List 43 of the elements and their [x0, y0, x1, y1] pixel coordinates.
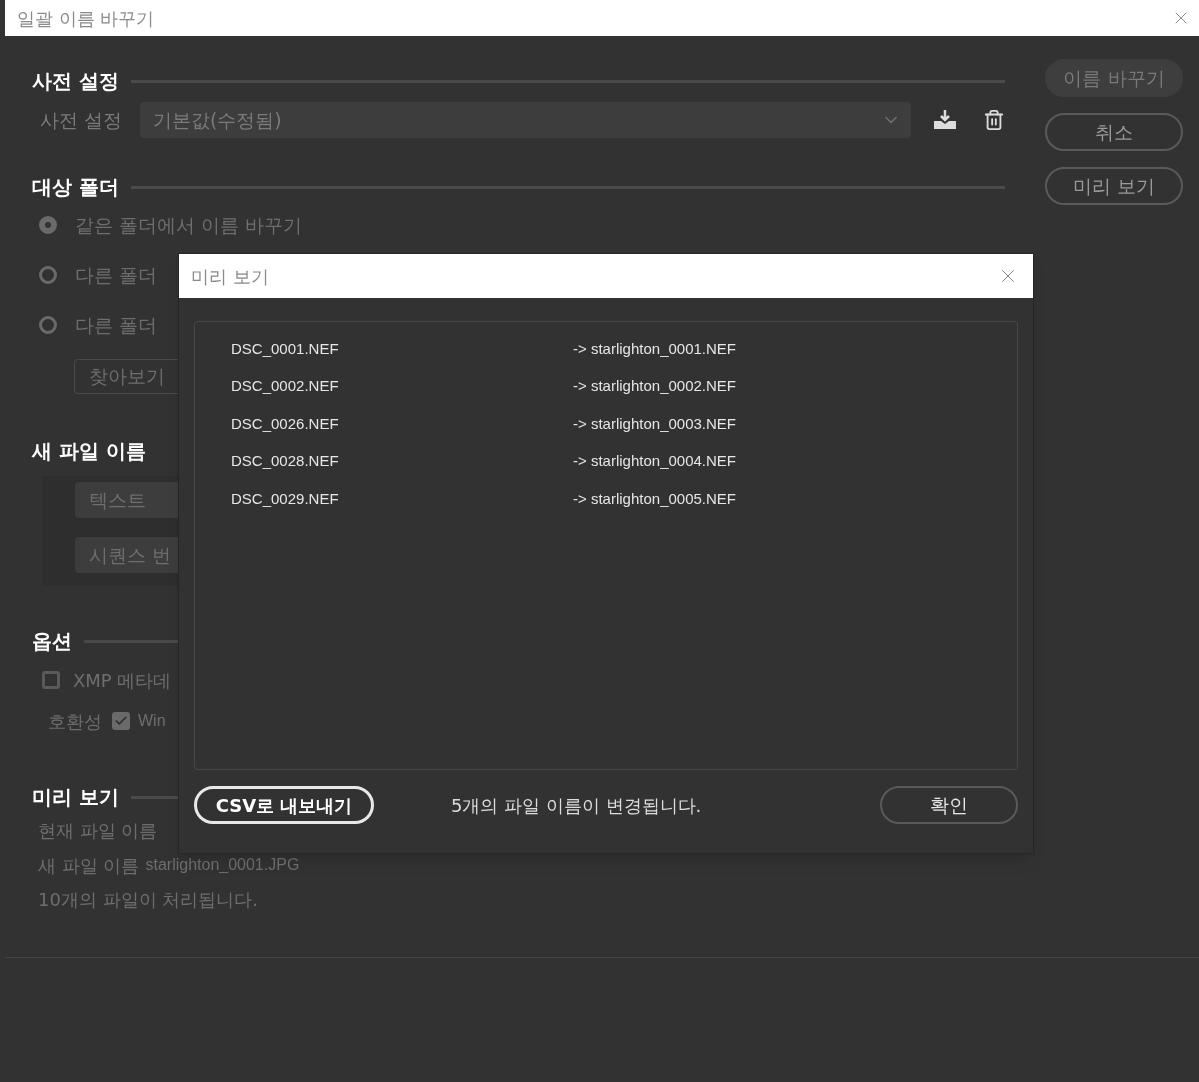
new-filename: -> starlighton_0005.NEF: [573, 488, 736, 509]
preset-dropdown[interactable]: 기본값(수정됨): [139, 102, 912, 138]
compat-option: Win: [138, 709, 166, 733]
old-filename: DSC_0026.NEF: [231, 413, 340, 434]
radio-label: 다른 폴더: [75, 312, 158, 338]
new-filename: -> starlighton_0003.NEF: [573, 413, 736, 434]
section-heading: 사전 설정: [32, 68, 119, 95]
new-filename-label: 새 파일 이름: [38, 853, 140, 878]
radio-button[interactable]: [39, 216, 57, 234]
download-icon[interactable]: [933, 110, 957, 130]
compat-label: 호환성: [48, 709, 102, 734]
old-filename: DSC_0001.NEF: [231, 338, 340, 359]
checkbox[interactable]: [42, 671, 60, 689]
checkbox[interactable]: [112, 712, 130, 730]
dialog-button[interactable]: 취소: [1045, 113, 1183, 151]
new-filename: -> starlighton_0004.NEF: [573, 451, 736, 471]
section-heading: 미리 보기: [32, 784, 119, 811]
current-filename-label: 현재 파일 이름: [38, 818, 158, 843]
check-icon: [114, 714, 128, 728]
ok-button[interactable]: 확인: [880, 786, 1018, 824]
new-filename: -> starlighton_0002.NEF: [573, 376, 736, 396]
xmp-label: XMP 메타데: [73, 668, 172, 693]
summary-text: 10개의 파일이 처리됩니다.: [38, 887, 260, 912]
old-filename: DSC_0029.NEF: [231, 488, 340, 509]
new-filename: -> starlighton_0001.NEF: [573, 338, 736, 359]
export-csv-button[interactable]: CSV로 내보내기: [194, 786, 374, 824]
radio-label: 같은 폴더에서 이름 바꾸기: [75, 212, 303, 238]
trash-icon[interactable]: [983, 109, 1005, 131]
section-heading: 대상 폴더: [32, 174, 119, 201]
window-title: 일괄 이름 바꾸기: [17, 6, 155, 31]
preset-label: 사전 설정: [39, 107, 124, 133]
status-message: 5개의 파일 이름이 변경됩니다.: [451, 793, 702, 818]
dialog-title: 미리 보기: [191, 264, 269, 289]
radio-button[interactable]: [39, 316, 57, 334]
radio-button[interactable]: [39, 266, 57, 284]
old-filename: DSC_0028.NEF: [231, 451, 340, 471]
dialog-button[interactable]: 이름 바꾸기: [1045, 59, 1183, 97]
radio-label: 다른 폴더: [75, 262, 158, 288]
old-filename: DSC_0002.NEF: [231, 376, 340, 396]
dialog-button[interactable]: 미리 보기: [1045, 167, 1183, 205]
new-filename-value: starlighton_0001.JPG: [145, 855, 300, 875]
section-heading: 새 파일 이름: [32, 438, 146, 465]
section-heading: 옵션: [32, 628, 72, 655]
